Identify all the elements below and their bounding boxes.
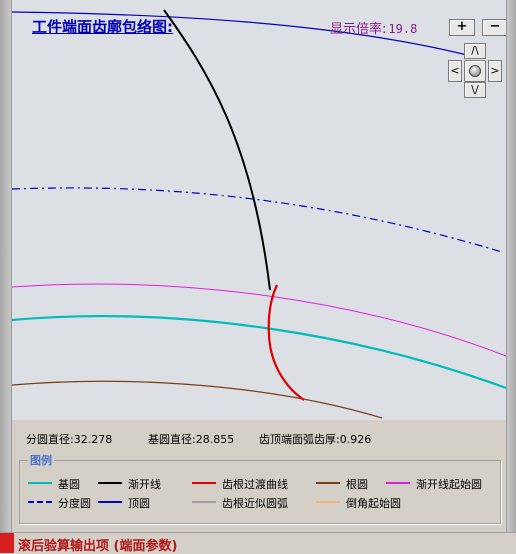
zoom-out-button[interactable]: −	[482, 19, 506, 36]
root-circle-swatch	[316, 482, 340, 484]
plot-title: 工件端面齿廓包络图:	[32, 18, 173, 36]
base-diameter-readout: 基圆直径:28.855	[148, 433, 235, 446]
pitch-circle-curve	[12, 187, 503, 253]
section-title: 滚后验算输出项 (端面参数)	[18, 539, 178, 554]
base-circle-curve	[12, 315, 506, 390]
legend-label: 基圆	[58, 478, 80, 491]
pan-down-button[interactable]: \/	[464, 82, 486, 98]
app-window: 工件端面齿廓包络图: 显示倍率: 19.8 + − /\ < > \/ 分圆直径:…	[0, 0, 516, 554]
zoom-value: 19.8	[388, 22, 418, 36]
legend-label: 渐开线起始圆	[416, 478, 482, 491]
pan-left-button[interactable]: <	[448, 60, 462, 82]
legend-label: 齿根近似圆弧	[222, 497, 288, 510]
legend-label: 分度圆	[58, 497, 91, 510]
left-border	[0, 0, 12, 532]
root-circle-curve	[12, 380, 383, 419]
involute-start-swatch	[386, 482, 410, 484]
root-fillet-curve	[267, 284, 305, 401]
legend-label: 渐开线	[128, 478, 161, 491]
legend-label: 齿根过渡曲线	[222, 478, 288, 491]
profile-canvas[interactable]: 工件端面齿廓包络图: 显示倍率: 19.8 + − /\ < > \/	[12, 0, 506, 420]
legend-panel	[19, 460, 501, 524]
pan-up-button[interactable]: /\	[464, 43, 486, 59]
legend-label: 顶圆	[128, 497, 150, 510]
tip-thickness-readout: 齿顶端面弧齿厚:0.926	[259, 433, 372, 446]
involute-swatch	[98, 482, 122, 484]
legend-label: 根圆	[346, 478, 368, 491]
zoom-indicator: 显示倍率: 19.8	[330, 18, 417, 37]
center-icon	[469, 65, 481, 77]
pan-center-button[interactable]	[464, 60, 486, 82]
right-border	[506, 0, 516, 532]
zoom-in-button[interactable]: +	[449, 19, 475, 36]
involute-start-circle-curve	[12, 283, 506, 357]
involute-curve	[163, 9, 271, 291]
root-fillet-swatch	[192, 482, 216, 484]
base-circle-swatch	[28, 482, 52, 484]
pitch-diameter-readout: 分圆直径:32.278	[26, 433, 113, 446]
zoom-label: 显示倍率:	[330, 22, 387, 37]
legend-label: 倒角起始圆	[346, 497, 401, 510]
pan-right-button[interactable]: >	[488, 60, 502, 82]
tip-circle-swatch	[98, 501, 122, 503]
section-header[interactable]: 滚后验算输出项 (端面参数)	[0, 532, 516, 554]
chamfer-start-swatch	[316, 501, 340, 503]
section-accent	[0, 533, 14, 553]
root-arc-swatch	[192, 501, 216, 503]
pitch-circle-swatch	[28, 501, 52, 503]
profile-plot	[12, 9, 506, 419]
legend-caption: 图例	[28, 452, 54, 468]
